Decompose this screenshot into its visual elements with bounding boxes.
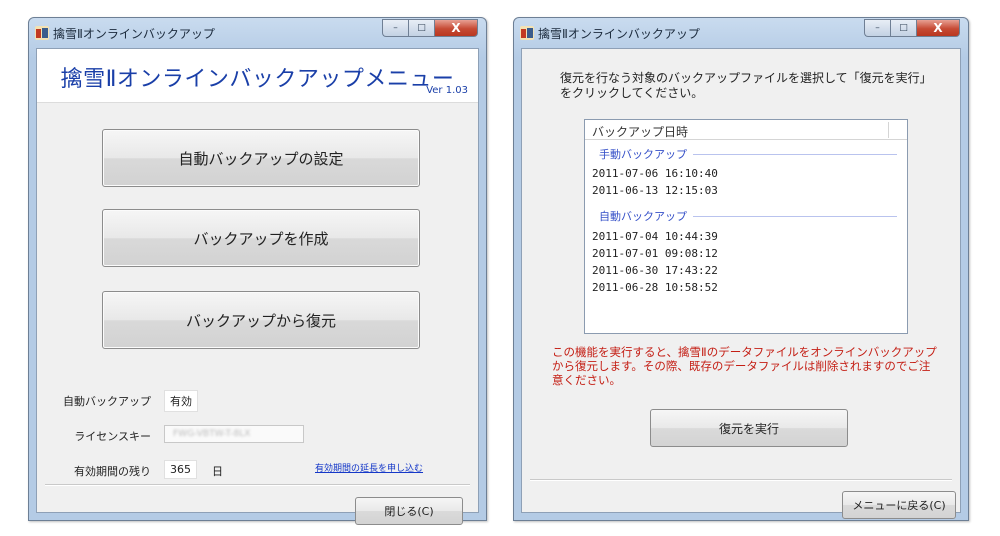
window-title: 擒雪Ⅱオンラインバックアップ — [538, 27, 700, 41]
titlebar[interactable]: 擒雪Ⅱオンラインバックアップ – □ X — [29, 18, 486, 48]
close-window-button[interactable]: X — [434, 19, 478, 37]
list-item[interactable]: 2011-07-04 10:44:39 — [592, 230, 718, 243]
restore-window: 擒雪Ⅱオンラインバックアップ – □ X 復元を行なう対象のバックアップファイル… — [513, 17, 969, 521]
list-item[interactable]: 2011-06-13 12:15:03 — [592, 184, 718, 197]
app-logo-icon — [35, 26, 49, 40]
list-item[interactable]: 2011-07-06 16:10:40 — [592, 167, 718, 180]
page-title: 擒雪Ⅱオンラインバックアップメニュー — [60, 67, 455, 92]
minimize-button[interactable]: – — [864, 19, 890, 37]
column-header-label: バックアップ日時 — [592, 125, 689, 139]
list-item[interactable]: 2011-06-30 17:43:22 — [592, 264, 718, 277]
column-divider — [888, 122, 889, 138]
remaining-days-value: 365 — [164, 460, 197, 479]
restore-from-backup-button[interactable]: バックアップから復元 — [102, 291, 420, 349]
list-item[interactable]: 2011-07-01 09:08:12 — [592, 247, 718, 260]
backup-menu-window: 擒雪Ⅱオンラインバックアップ – □ X 擒雪Ⅱオンラインバックアップメニュー … — [28, 17, 487, 525]
group-divider-line — [693, 153, 897, 155]
window-controls: – □ X — [864, 19, 960, 38]
auto-backup-label: 自動バックアップ — [63, 395, 151, 408]
license-key-field: FWG-VBTW-T-8LX — [164, 425, 304, 443]
maximize-button[interactable]: □ — [890, 19, 916, 37]
auto-backup-status: 有効 — [164, 390, 198, 412]
window-controls: – □ X — [382, 19, 478, 38]
backup-list[interactable]: バックアップ日時 手動バックアップ 2011-07-06 16:10:40 20… — [584, 119, 908, 334]
list-item[interactable]: 2011-06-28 10:58:52 — [592, 281, 718, 294]
maximize-button[interactable]: □ — [408, 19, 434, 37]
group-label-manual: 手動バックアップ — [599, 148, 687, 161]
execute-restore-button[interactable]: 復元を実行 — [650, 409, 848, 447]
list-column-header[interactable]: バックアップ日時 — [585, 120, 907, 140]
remaining-period-label: 有効期間の残り — [74, 465, 151, 478]
group-divider-line — [693, 215, 897, 217]
instruction-text: 復元を行なう対象のバックアップファイルを選択して「復元を実行」をクリックしてくだ… — [560, 71, 926, 100]
close-button[interactable]: 閉じる(C) — [355, 497, 463, 525]
minimize-button[interactable]: – — [382, 19, 408, 37]
extend-license-link[interactable]: 有効期間の延長を申し込む — [315, 461, 423, 474]
auto-backup-settings-button[interactable]: 自動バックアップの設定 — [102, 129, 420, 187]
list-group-header: 自動バックアップ — [599, 209, 897, 223]
license-key-value: FWG-VBTW-T-8LX — [173, 429, 251, 439]
window-title: 擒雪Ⅱオンラインバックアップ — [53, 27, 215, 41]
app-logo-icon — [520, 26, 534, 40]
window-client-area: 復元を行なう対象のバックアップファイルを選択して「復元を実行」をクリックしてくだ… — [521, 48, 961, 519]
footer-divider — [530, 479, 952, 481]
window-client-area: 擒雪Ⅱオンラインバックアップメニュー Ver 1.03 自動バックアップの設定 … — [36, 48, 479, 525]
list-group-header: 手動バックアップ — [599, 147, 897, 161]
back-to-menu-button[interactable]: メニューに戻る(C) — [842, 491, 956, 519]
warning-text: この機能を実行すると、擒雪Ⅱのデータファイルをオンラインバックアップから復元しま… — [552, 345, 937, 387]
footer-divider — [45, 484, 470, 486]
license-key-label: ライセンスキー — [74, 430, 151, 443]
group-label-auto: 自動バックアップ — [599, 210, 687, 223]
titlebar[interactable]: 擒雪Ⅱオンラインバックアップ – □ X — [514, 18, 968, 48]
create-backup-button[interactable]: バックアップを作成 — [102, 209, 420, 267]
version-label: Ver 1.03 — [426, 85, 468, 96]
banner: 擒雪Ⅱオンラインバックアップメニュー Ver 1.03 — [37, 49, 478, 103]
close-window-button[interactable]: X — [916, 19, 960, 37]
remaining-days-unit: 日 — [212, 465, 223, 478]
